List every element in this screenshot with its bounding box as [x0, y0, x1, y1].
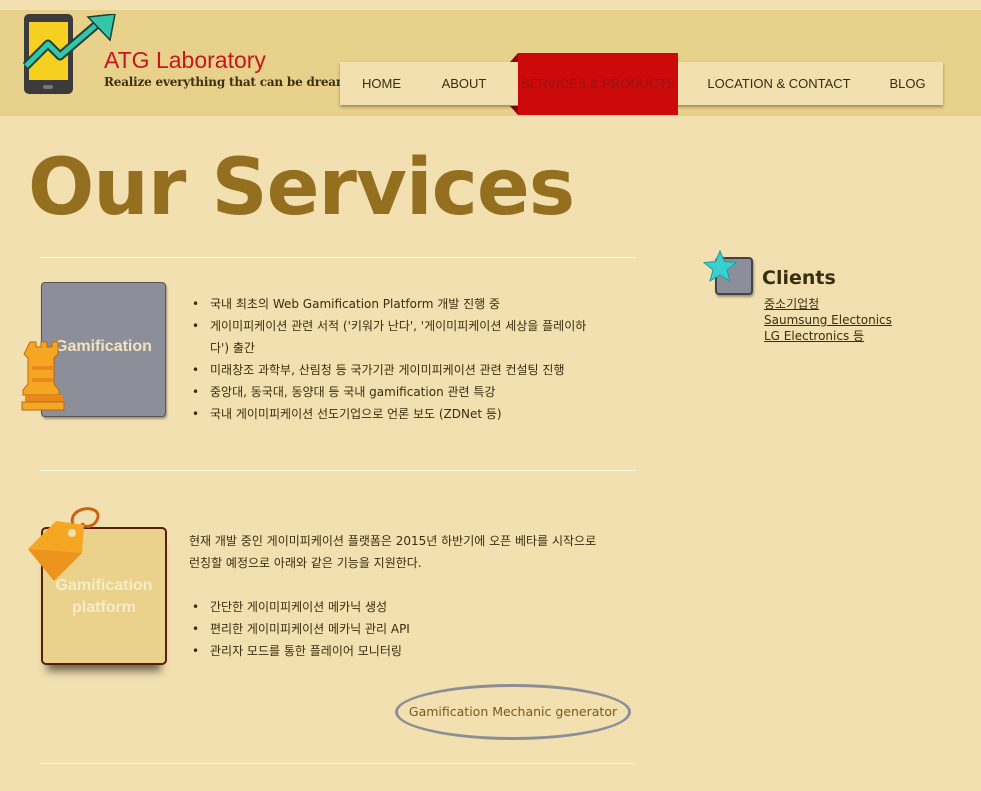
client-link[interactable]: 중소기업청 — [764, 296, 892, 312]
clients-title: Clients — [762, 267, 836, 289]
gamification-platform-label: Gamification platform — [41, 575, 167, 619]
nav-about[interactable]: ABOUT — [423, 62, 505, 105]
nav-location-contact[interactable]: LOCATION & CONTACT — [695, 62, 863, 105]
list-item: 중앙대, 동국대, 동양대 등 국내 gamification 관련 특강 — [189, 381, 619, 403]
gamification-box-label: Gamification — [55, 338, 152, 355]
chess-rook-icon — [21, 341, 65, 411]
platform-label-line2: platform — [72, 599, 136, 616]
star-icon — [703, 250, 737, 282]
brand-title[interactable]: ATG Laboratory — [104, 47, 266, 74]
nav-blog[interactable]: BLOG — [875, 62, 940, 105]
list-item-text-cont: 다') 출간 — [210, 341, 255, 355]
nav-ribbon-fold-top — [510, 53, 518, 62]
platform-description-line1: 현재 개발 중인 게이미피케이션 플랫폼은 2015년 하반기에 오픈 베타를 … — [189, 534, 597, 548]
platform-bullets: 간단한 게이미피케이션 메카닉 생성 편리한 게이미피케이션 메카닉 관리 AP… — [189, 596, 619, 662]
divider — [40, 763, 635, 764]
client-link[interactable]: LG Electronics 등 — [764, 328, 892, 344]
clients-list: 중소기업청 Saumsung Electonics LG Electronics… — [764, 296, 892, 344]
nav-home[interactable]: HOME — [340, 62, 423, 105]
nav-services-products[interactable]: SERVICES & PRODUCTS — [518, 53, 678, 115]
list-item: 미래창조 과학부, 산림청 등 국가기관 게이미피케이션 관련 컨설팅 진행 — [189, 359, 619, 381]
top-strip — [0, 0, 981, 10]
price-tag-icon — [28, 507, 100, 581]
list-item: 국내 게이미피케이션 선도기업으로 언론 보도 (ZDNet 등) — [189, 403, 619, 425]
list-item: 간단한 게이미피케이션 메카닉 생성 — [189, 596, 619, 618]
divider — [40, 470, 636, 471]
list-item: 국내 최초의 Web Gamification Platform 개발 진행 중 — [189, 293, 619, 315]
brand-tagline: Realize everything that can be dreamed — [104, 75, 364, 89]
list-item: 게이미피케이션 관련 서적 ('키워가 난다', '게이미피케이션 세상을 플레… — [189, 315, 619, 359]
list-item-text: 게이미피케이션 관련 서적 ('키워가 난다', '게이미피케이션 세상을 플레… — [210, 319, 587, 333]
divider — [40, 257, 636, 258]
mechanic-generator-button[interactable]: Gamification Mechanic generator — [395, 684, 631, 740]
list-item: 편리한 게이미피케이션 메카닉 관리 API — [189, 618, 619, 640]
nav-ribbon-fold-bottom — [510, 106, 518, 115]
platform-description-line2: 런칭할 예정으로 아래와 같은 기능을 지원한다. — [189, 556, 422, 570]
gamification-bullets: 국내 최초의 Web Gamification Platform 개발 진행 중… — [189, 293, 619, 425]
platform-description: 현재 개발 중인 게이미피케이션 플랫폼은 2015년 하반기에 오픈 베타를 … — [189, 530, 629, 574]
main-nav: HOME ABOUT SERVICES & PRODUCTS LOCATION … — [340, 53, 943, 115]
page-title: Our Services — [28, 143, 575, 233]
client-link[interactable]: Saumsung Electonics — [764, 312, 892, 328]
list-item: 관리자 모드를 통한 플레이어 모니터링 — [189, 640, 619, 662]
